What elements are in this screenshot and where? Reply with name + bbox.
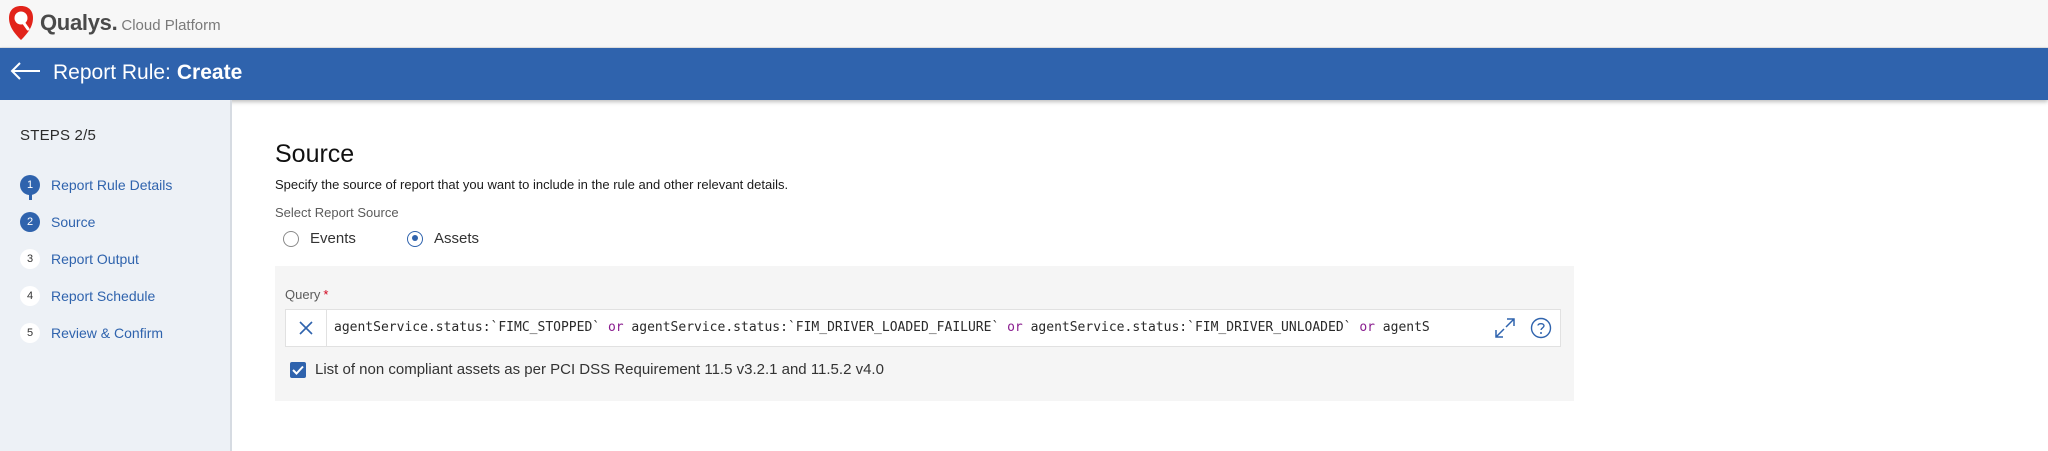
clear-query-button[interactable]: [286, 310, 327, 346]
arrow-left-icon: [10, 62, 40, 80]
close-icon: [299, 321, 313, 335]
page-title-action: Create: [176, 61, 243, 84]
step-review-confirm[interactable]: 5 Review & Confirm: [20, 323, 163, 343]
query-segment: agentService.status:`FIMC_STOPPED`: [334, 320, 608, 335]
radio-label: Events: [310, 230, 356, 247]
help-circle-icon: [1530, 317, 1552, 339]
step-number-badge: 5: [20, 323, 40, 343]
pci-dss-checkbox[interactable]: List of non compliant assets as per PCI …: [290, 361, 884, 378]
steps-sidebar: STEPS 2/5: [0, 100, 232, 451]
steps-progress-label: STEPS 2/5: [20, 127, 97, 144]
step-report-output[interactable]: 3 Report Output: [20, 249, 139, 269]
query-keyword: or: [1007, 320, 1023, 335]
brand-name: Qualys: [40, 10, 112, 35]
brand-logo[interactable]: Qualys. Cloud Platform: [8, 5, 221, 41]
qualys-shield-icon: [9, 6, 33, 40]
top-bar: Qualys. Cloud Platform: [0, 0, 2048, 48]
page-title: Report Rule: Create: [53, 61, 242, 85]
step-number-badge: 2: [20, 212, 40, 232]
brand-subtitle: Cloud Platform: [121, 16, 221, 34]
step-label: Report Output: [51, 251, 139, 267]
section-description: Specify the source of report that you wa…: [275, 177, 789, 192]
checkbox[interactable]: [290, 361, 306, 378]
step-number-badge: 1: [20, 175, 40, 195]
step-label: Report Rule Details: [51, 177, 173, 193]
radio-events[interactable]: Events: [283, 230, 356, 247]
query-keyword: or: [607, 320, 624, 335]
query-segment: agentService.status:`FIM_DRIVER_LOADED_F…: [623, 320, 1008, 335]
checkmark-icon: [292, 365, 304, 375]
radio-assets[interactable]: Assets: [407, 230, 479, 247]
step-label: Source: [51, 214, 96, 230]
query-keyword: or: [1359, 320, 1375, 335]
query-text[interactable]: agentService.status:`FIMC_STOPPED` or ag…: [334, 310, 1486, 346]
brand-dot: .: [111, 10, 118, 35]
help-button[interactable]: [1530, 317, 1552, 339]
query-panel: Query * agentService.status:`FIMC_STOPPED…: [275, 266, 1574, 401]
expand-query-button[interactable]: [1493, 317, 1517, 339]
step-label: Review & Confirm: [51, 325, 164, 341]
required-marker: *: [323, 287, 329, 302]
query-label-text: Query: [285, 287, 321, 302]
query-segment: agentService.status:`FIM_DRIVER_UNLOADED…: [1022, 320, 1360, 335]
radio-button[interactable]: [407, 230, 423, 247]
step-label: Report Schedule: [51, 288, 156, 304]
expand-icon: [1495, 318, 1515, 338]
step-report-rule-details[interactable]: 1 Report Rule Details: [20, 175, 172, 195]
radio-label: Assets: [434, 230, 480, 247]
report-source-label: Select Report Source: [275, 205, 399, 220]
page-header: Report Rule: Create: [0, 48, 2048, 100]
step-source[interactable]: 2 Source: [20, 212, 95, 232]
radio-button[interactable]: [283, 230, 299, 247]
step-report-schedule[interactable]: 4 Report Schedule: [20, 286, 155, 306]
page-title-prefix: Report Rule:: [53, 61, 171, 84]
query-label: Query *: [285, 287, 328, 302]
back-button[interactable]: [10, 60, 44, 86]
query-segment: agentS: [1374, 320, 1430, 335]
checkbox-label: List of non compliant assets as per PCI …: [315, 361, 884, 378]
step-number-badge: 3: [20, 249, 40, 269]
step-number-badge: 4: [20, 286, 40, 306]
query-input[interactable]: agentService.status:`FIMC_STOPPED` or ag…: [285, 309, 1561, 347]
section-title: Source: [275, 140, 355, 168]
